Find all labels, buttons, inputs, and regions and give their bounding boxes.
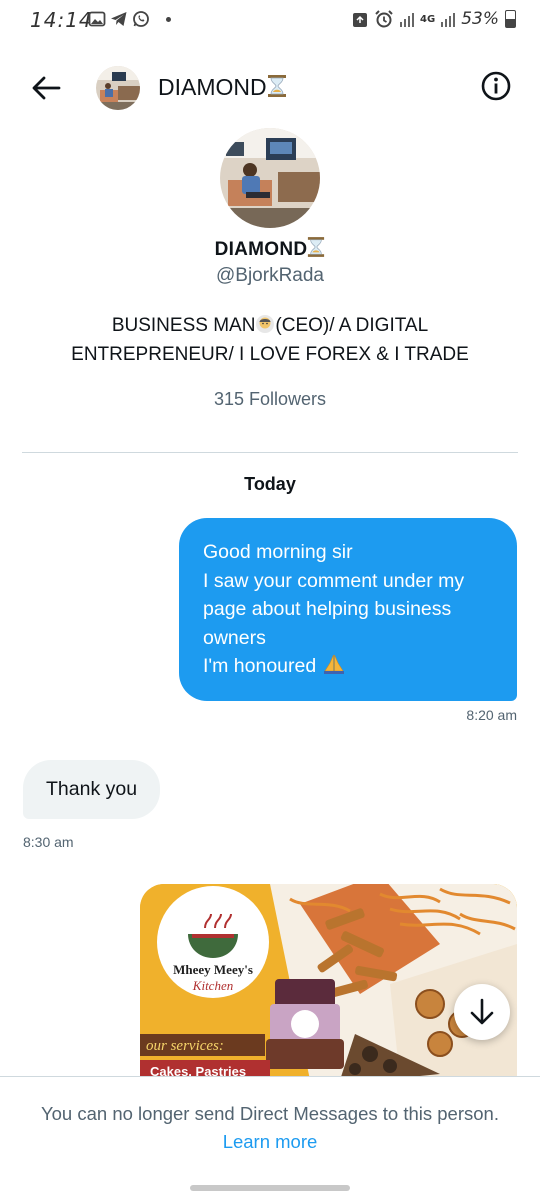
system-icons: 4G 53% [352, 9, 516, 29]
dm-disabled-notice: You can no longer send Direct Messages t… [0, 1076, 540, 1201]
message-line: Good morning sir [203, 541, 353, 563]
arrow-left-icon [32, 76, 61, 100]
battery-percent: 53% [461, 9, 499, 29]
message-text: Thank you [46, 778, 138, 800]
profile-avatar[interactable] [220, 128, 320, 228]
notification-icons [88, 10, 171, 28]
status-time: 14:14 [30, 8, 93, 32]
flyer-brand: Mheey Meey's [173, 962, 253, 977]
battery-icon [505, 10, 516, 28]
status-bar: 14:14 4G 53% [0, 0, 540, 40]
more-notifications-dot [166, 16, 171, 22]
gallery-icon [88, 11, 106, 27]
alarm-icon [375, 10, 393, 28]
recycle-icon [353, 13, 368, 27]
info-icon [481, 71, 511, 101]
food-flyer-image: Mheey Meey's Kitchen our services: Cakes… [140, 884, 517, 1080]
message-timestamp: 8:30 am [23, 834, 74, 850]
profile-followers: 315 Followers [213, 389, 327, 409]
conversation-header: DIAMOND [0, 58, 540, 118]
avatar-image [96, 66, 140, 110]
arrow-down-icon [470, 998, 494, 1025]
conversation-info-button[interactable] [480, 70, 512, 102]
telegram-icon [111, 12, 127, 26]
profile-name: DIAMOND [0, 236, 540, 261]
header-title: DIAMOND [158, 74, 287, 101]
message-timestamp: 8:20 am [466, 707, 517, 723]
network-type: 4G [420, 13, 436, 25]
profile-card[interactable]: DIAMOND @BjorkRada BUSINESS MAN (CEO)/ A … [0, 128, 540, 410]
message-line: page about helping business [203, 598, 452, 620]
flyer-brand-sub: Kitchen [192, 978, 233, 993]
whatsapp-icon [133, 11, 149, 27]
hourglass-icon [267, 75, 286, 97]
profile-handle: @BjorkRada [216, 265, 324, 286]
back-button[interactable] [26, 70, 66, 106]
image-message[interactable]: Mheey Meey's Kitchen our services: Cakes… [140, 884, 517, 1080]
divider [22, 452, 518, 453]
avatar-image [220, 128, 320, 228]
notice-text: You can no longer send Direct Messages t… [41, 1103, 499, 1124]
scroll-to-bottom-button[interactable] [454, 984, 510, 1040]
message-line: owners [203, 626, 266, 649]
man-emoji-icon [256, 315, 275, 333]
praying-hands-icon [323, 654, 344, 674]
profile-bio: BUSINESS MAN (CEO)/ A DIGITAL ENTREPRENEU… [71, 315, 469, 365]
message-line: I saw your comment under my [203, 569, 465, 592]
signal-icon [400, 11, 415, 27]
flyer-services: our services: [146, 1038, 224, 1054]
hourglass-icon [308, 237, 325, 257]
message-line: I'm honoured [203, 652, 497, 681]
day-separator: Today [244, 474, 296, 494]
incoming-message-bubble[interactable]: Thank you [23, 760, 161, 819]
header-avatar[interactable] [96, 66, 140, 110]
signal-icon-2 [441, 11, 456, 27]
learn-more-link[interactable]: Learn more [223, 1131, 318, 1153]
gesture-home-bar[interactable] [190, 1185, 350, 1191]
outgoing-message-bubble[interactable]: Good morning sir I saw your comment unde… [179, 518, 517, 701]
